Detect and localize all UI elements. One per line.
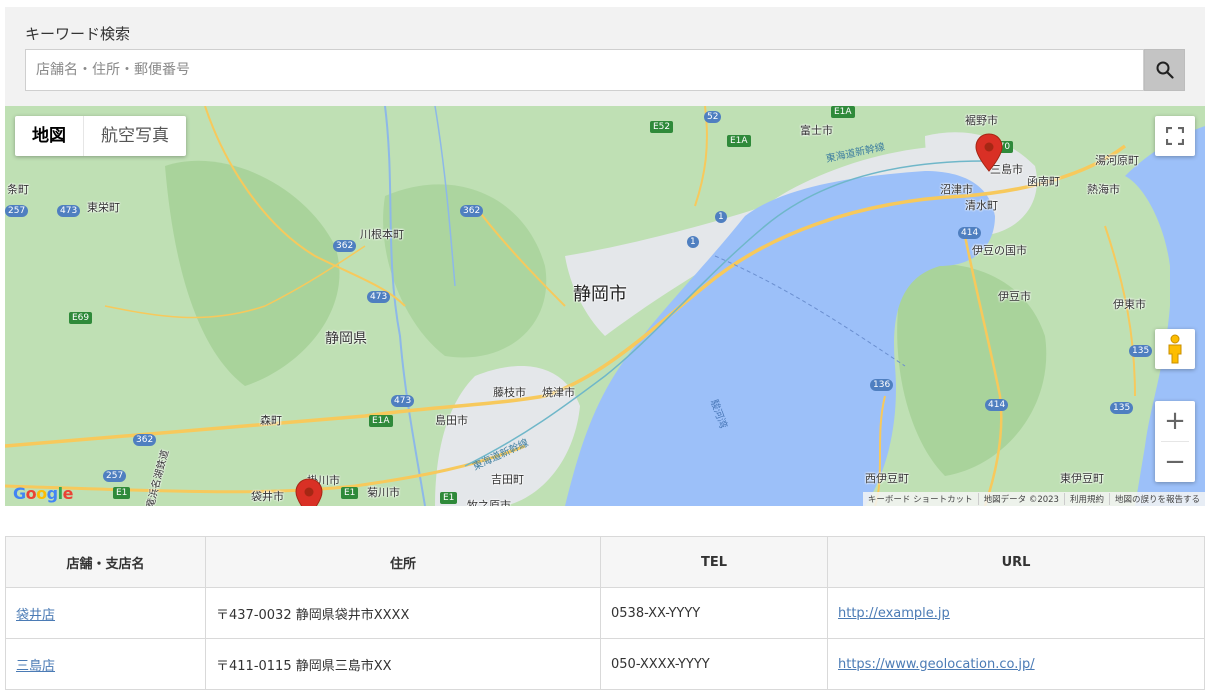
map-label-kikugawa: 菊川市 — [367, 486, 400, 499]
map-data-text: 地図データ ©2023 — [977, 493, 1064, 505]
route-shield: 135 — [1129, 345, 1153, 357]
fullscreen-button[interactable] — [1155, 116, 1195, 156]
map-attribution: キーボード ショートカット 地図データ ©2023 利用規約 地図の誤りを報告す… — [862, 492, 1205, 506]
map-label-shizuoka-city: 静岡市 — [573, 284, 627, 305]
store-name-cell: 袋井店 — [5, 587, 206, 639]
map-label-shizuoka-pref: 静岡県 — [325, 331, 367, 347]
route-shield: 52 — [704, 111, 722, 123]
store-name-link[interactable]: 袋井店 — [16, 608, 55, 623]
map-marker-fukuroi[interactable] — [295, 478, 323, 506]
route-shield: 473 — [57, 205, 81, 217]
route-shield: 1 — [715, 211, 727, 223]
fullscreen-icon — [1166, 127, 1184, 145]
map-label-atami: 熱海市 — [1087, 183, 1120, 196]
route-shield: 362 — [133, 434, 157, 446]
google-logo: Google — [13, 484, 73, 503]
route-shield: 414 — [958, 227, 982, 239]
map-label-fuji: 富士市 — [800, 124, 833, 137]
column-header-name: 店舗・支店名 — [5, 536, 206, 588]
keyboard-shortcuts-link[interactable]: キーボード ショートカット — [863, 493, 978, 505]
map-label-mori: 森町 — [260, 414, 282, 427]
pegman-icon — [1168, 334, 1182, 364]
map-label-izunokuni: 伊豆の国市 — [972, 244, 1027, 257]
terms-link[interactable]: 利用規約 — [1063, 493, 1109, 505]
route-shield-expressway: E1A — [369, 415, 393, 427]
route-shield: 473 — [391, 395, 415, 407]
map[interactable]: 静岡市 静岡県 富士市 裾野市 三島市 函南町 熱海市 湯河原町 真鶴 沼津市 … — [5, 106, 1205, 506]
store-tel-cell: 0538-XX-YYYY — [600, 587, 828, 639]
route-shield: 362 — [333, 240, 357, 252]
search-input[interactable] — [25, 49, 1144, 91]
map-label-nishiizu: 西伊豆町 — [865, 472, 909, 485]
route-shield-expressway: E1 — [113, 487, 131, 499]
store-table: 店舗・支店名 住所 TEL URL 袋井店 〒437-0032 静岡県袋井市XX… — [5, 536, 1205, 690]
route-shield: 473 — [367, 291, 391, 303]
column-header-tel: TEL — [600, 536, 828, 588]
store-url-link[interactable]: https://www.geolocation.co.jp/ — [838, 657, 1035, 672]
map-label-shimizu-town: 清水町 — [965, 199, 998, 212]
store-address-cell: 〒411-0115 静岡県三島市XX — [205, 638, 601, 690]
map-label-kannami: 函南町 — [1027, 175, 1060, 188]
map-type-satellite-button[interactable]: 航空写真 — [84, 116, 186, 156]
store-address-cell: 〒437-0032 静岡県袋井市XXXX — [205, 587, 601, 639]
route-shield-expressway: E1 — [440, 492, 458, 504]
column-header-address: 住所 — [205, 536, 601, 588]
search-button[interactable] — [1144, 49, 1185, 91]
search-label: キーワード検索 — [25, 25, 131, 43]
map-type-map-button[interactable]: 地図 — [15, 116, 84, 156]
map-label-toei: 東栄町 — [87, 201, 120, 214]
route-shield: 257 — [103, 470, 127, 482]
route-shield-expressway: E1A — [831, 106, 855, 118]
map-type-toggle: 地図 航空写真 — [15, 116, 186, 156]
street-view-button[interactable] — [1155, 329, 1195, 369]
map-base — [5, 106, 1205, 506]
route-shield: 136 — [870, 379, 894, 391]
store-tel-cell: 050-XXXX-YYYY — [600, 638, 828, 690]
store-url-cell: http://example.jp — [827, 587, 1205, 639]
table-header-row: 店舗・支店名 住所 TEL URL — [5, 536, 1205, 588]
map-label-fukuroi: 袋井市 — [251, 490, 284, 503]
route-shield-expressway: E52 — [650, 121, 674, 133]
table-row: 袋井店 〒437-0032 静岡県袋井市XXXX 0538-XX-YYYY ht… — [5, 587, 1205, 639]
route-shield: 362 — [460, 205, 484, 217]
route-shield: 135 — [1110, 402, 1134, 414]
map-label-numazu: 沼津市 — [940, 183, 973, 196]
map-label-shimada: 島田市 — [435, 414, 468, 427]
map-label-kawanehon: 川根本町 — [360, 228, 404, 241]
map-label-higashiizu: 東伊豆町 — [1060, 472, 1104, 485]
map-label-ito: 伊東市 — [1113, 298, 1146, 311]
search-icon — [1156, 61, 1174, 79]
map-label-yoshida: 吉田町 — [491, 473, 524, 486]
map-label-yaizu: 焼津市 — [542, 386, 575, 399]
route-shield: 1 — [687, 236, 699, 248]
store-name-cell: 三島店 — [5, 638, 206, 690]
zoom-out-button[interactable]: − — [1155, 442, 1195, 482]
route-shield: 257 — [5, 205, 29, 217]
route-shield-expressway: E1 — [341, 487, 359, 499]
route-shield-expressway: E69 — [69, 312, 93, 324]
report-error-link[interactable]: 地図の誤りを報告する — [1108, 493, 1205, 505]
store-url-cell: https://www.geolocation.co.jp/ — [827, 638, 1205, 690]
map-label-yugawara: 湯河原町 — [1095, 154, 1139, 167]
map-marker-mishima[interactable] — [975, 133, 1003, 173]
map-label-susono: 裾野市 — [965, 114, 998, 127]
route-shield: 414 — [985, 399, 1009, 411]
search-panel: キーワード検索 — [5, 7, 1205, 106]
store-url-link[interactable]: http://example.jp — [838, 606, 950, 621]
column-header-url: URL — [827, 536, 1205, 588]
store-name-link[interactable]: 三島店 — [16, 659, 55, 674]
zoom-in-button[interactable]: + — [1155, 401, 1195, 441]
route-shield-expressway: E1A — [727, 135, 751, 147]
map-label-fujieda: 藤枝市 — [493, 386, 526, 399]
map-label-makinohara: 牧之原市 — [467, 499, 511, 506]
zoom-control: + − — [1155, 401, 1195, 482]
map-label-left-edge: 条町 — [7, 183, 29, 196]
table-row: 三島店 〒411-0115 静岡県三島市XX 050-XXXX-YYYY htt… — [5, 638, 1205, 690]
map-label-izu: 伊豆市 — [998, 290, 1031, 303]
